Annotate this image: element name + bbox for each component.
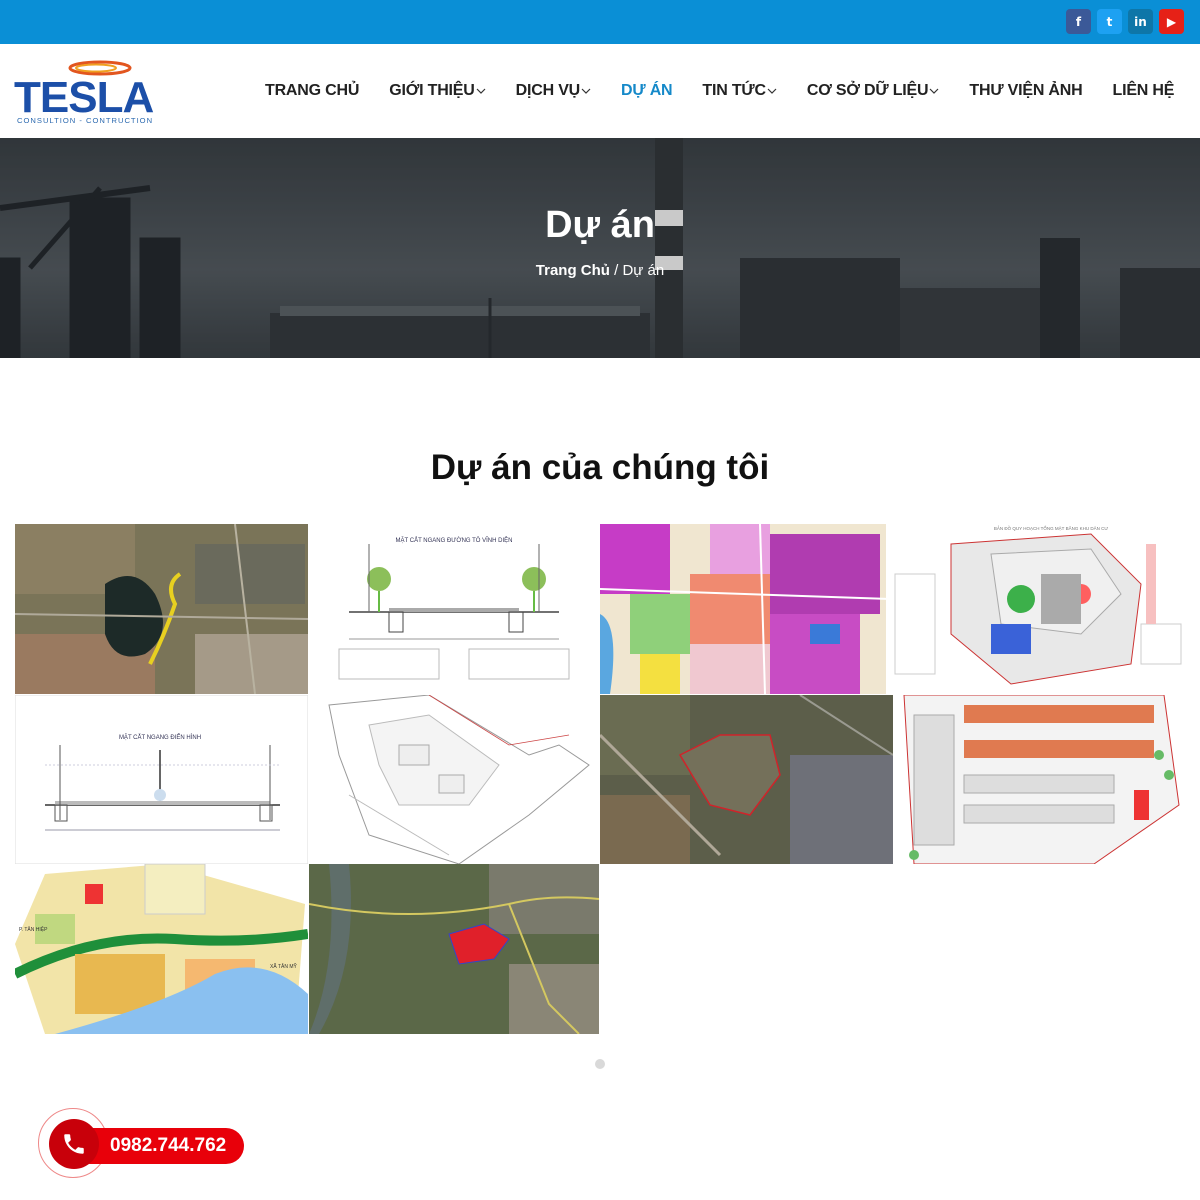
project-tile-1[interactable] <box>15 524 308 694</box>
tesla-logo[interactable]: TESLA CONSULTION - CONTRUCTION <box>14 54 164 130</box>
page-hero: Dự án Trang Chủ / Dự án <box>0 138 1200 358</box>
nav-trang-chu[interactable]: TRANG CHỦ <box>250 82 374 100</box>
nav-du-an[interactable]: DỰ ÁN <box>606 82 687 100</box>
project-tile-5[interactable]: MẶT CẮT NGANG ĐIỂN HÌNH <box>15 695 308 864</box>
svg-text:XÃ TÂN MỸ: XÃ TÂN MỸ <box>270 963 298 970</box>
project-image: MẶT CẮT NGANG ĐIỂN HÌNH <box>15 695 308 864</box>
project-tile-6[interactable] <box>309 695 599 864</box>
project-image <box>600 695 893 864</box>
nav-co-so-du-lieu[interactable]: CƠ SỞ DỮ LIỆU <box>792 82 955 100</box>
project-image <box>600 524 890 694</box>
call-button[interactable]: 0982.744.762 <box>38 1108 248 1184</box>
phone-number: 0982.744.762 <box>110 1135 227 1156</box>
project-image: P. TÂN HIỆP XÃ TÂN MỸ <box>15 864 308 1034</box>
logo-graphic: TESLA CONSULTION - CONTRUCTION <box>14 60 154 125</box>
top-bar: f t in ▶ <box>0 0 1200 44</box>
project-tile-10[interactable] <box>309 864 599 1034</box>
social-links: f t in ▶ <box>1066 9 1184 34</box>
site-header: TESLA CONSULTION - CONTRUCTION TRANG CHỦ… <box>0 44 1200 138</box>
breadcrumb-current: Dự án <box>622 262 665 279</box>
facebook-icon[interactable]: f <box>1066 9 1091 34</box>
main-nav: TRANG CHỦ GIỚI THIỆU DỊCH VỤ DỰ ÁN TIN T… <box>250 44 1189 138</box>
carousel-dot[interactable] <box>595 1059 605 1069</box>
svg-text:MẶT CẮT NGANG ĐIỂN HÌNH: MẶT CẮT NGANG ĐIỂN HÌNH <box>119 733 201 741</box>
breadcrumb-separator: / <box>614 262 619 279</box>
project-image <box>309 864 599 1034</box>
phone-icon <box>49 1119 99 1169</box>
twitter-icon[interactable]: t <box>1097 9 1122 34</box>
project-tile-9[interactable]: P. TÂN HIỆP XÃ TÂN MỸ <box>15 864 308 1034</box>
linkedin-icon[interactable]: in <box>1128 9 1153 34</box>
project-image <box>309 695 599 864</box>
chevron-down-icon <box>476 88 486 94</box>
nav-dich-vu[interactable]: DỊCH VỤ <box>501 82 606 100</box>
project-image: MẶT CẮT NGANG ĐƯỜNG TÔ VĨNH DIỆN <box>309 524 599 694</box>
project-tile-7[interactable] <box>600 695 893 864</box>
svg-text:TESLA: TESLA <box>14 73 153 122</box>
project-image: BẢN ĐỒ QUY HOẠCH TỔNG MẶT BẰNG KHU DÂN C… <box>891 524 1185 694</box>
breadcrumb-home[interactable]: Trang Chủ <box>536 262 610 279</box>
svg-text:MẶT CẮT NGANG ĐƯỜNG TÔ VĨNH DI: MẶT CẮT NGANG ĐƯỜNG TÔ VĨNH DIỆN <box>396 536 513 544</box>
project-image <box>15 524 308 694</box>
nav-tin-tuc[interactable]: TIN TỨC <box>687 82 791 100</box>
chevron-down-icon <box>929 88 939 94</box>
nav-lien-he[interactable]: LIÊN HỆ <box>1098 82 1190 100</box>
chevron-down-icon <box>581 88 591 94</box>
nav-thu-vien-anh[interactable]: THƯ VIỆN ẢNH <box>954 82 1097 100</box>
hero-background-image <box>0 138 1200 358</box>
project-tile-2[interactable]: MẶT CẮT NGANG ĐƯỜNG TÔ VĨNH DIỆN <box>309 524 599 694</box>
project-tile-8[interactable] <box>894 695 1185 864</box>
nav-gioi-thieu[interactable]: GIỚI THIỆU <box>374 82 500 100</box>
project-tile-3[interactable] <box>600 524 890 694</box>
svg-text:P. TÂN HIỆP: P. TÂN HIỆP <box>19 925 48 933</box>
page-title: Dự án <box>545 204 655 246</box>
project-image <box>894 695 1185 864</box>
svg-text:CONSULTION - CONTRUCTION: CONSULTION - CONTRUCTION <box>17 116 153 125</box>
breadcrumb: Trang Chủ / Dự án <box>0 262 1200 279</box>
youtube-icon[interactable]: ▶ <box>1159 9 1184 34</box>
chevron-down-icon <box>767 88 777 94</box>
project-tile-4[interactable]: BẢN ĐỒ QUY HOẠCH TỔNG MẶT BẰNG KHU DÂN C… <box>891 524 1185 694</box>
projects-title: Dự án của chúng tôi <box>430 448 770 487</box>
svg-text:BẢN ĐỒ QUY HOẠCH TỔNG MẶT BẰNG: BẢN ĐỒ QUY HOẠCH TỔNG MẶT BẰNG KHU DÂN C… <box>994 524 1109 531</box>
